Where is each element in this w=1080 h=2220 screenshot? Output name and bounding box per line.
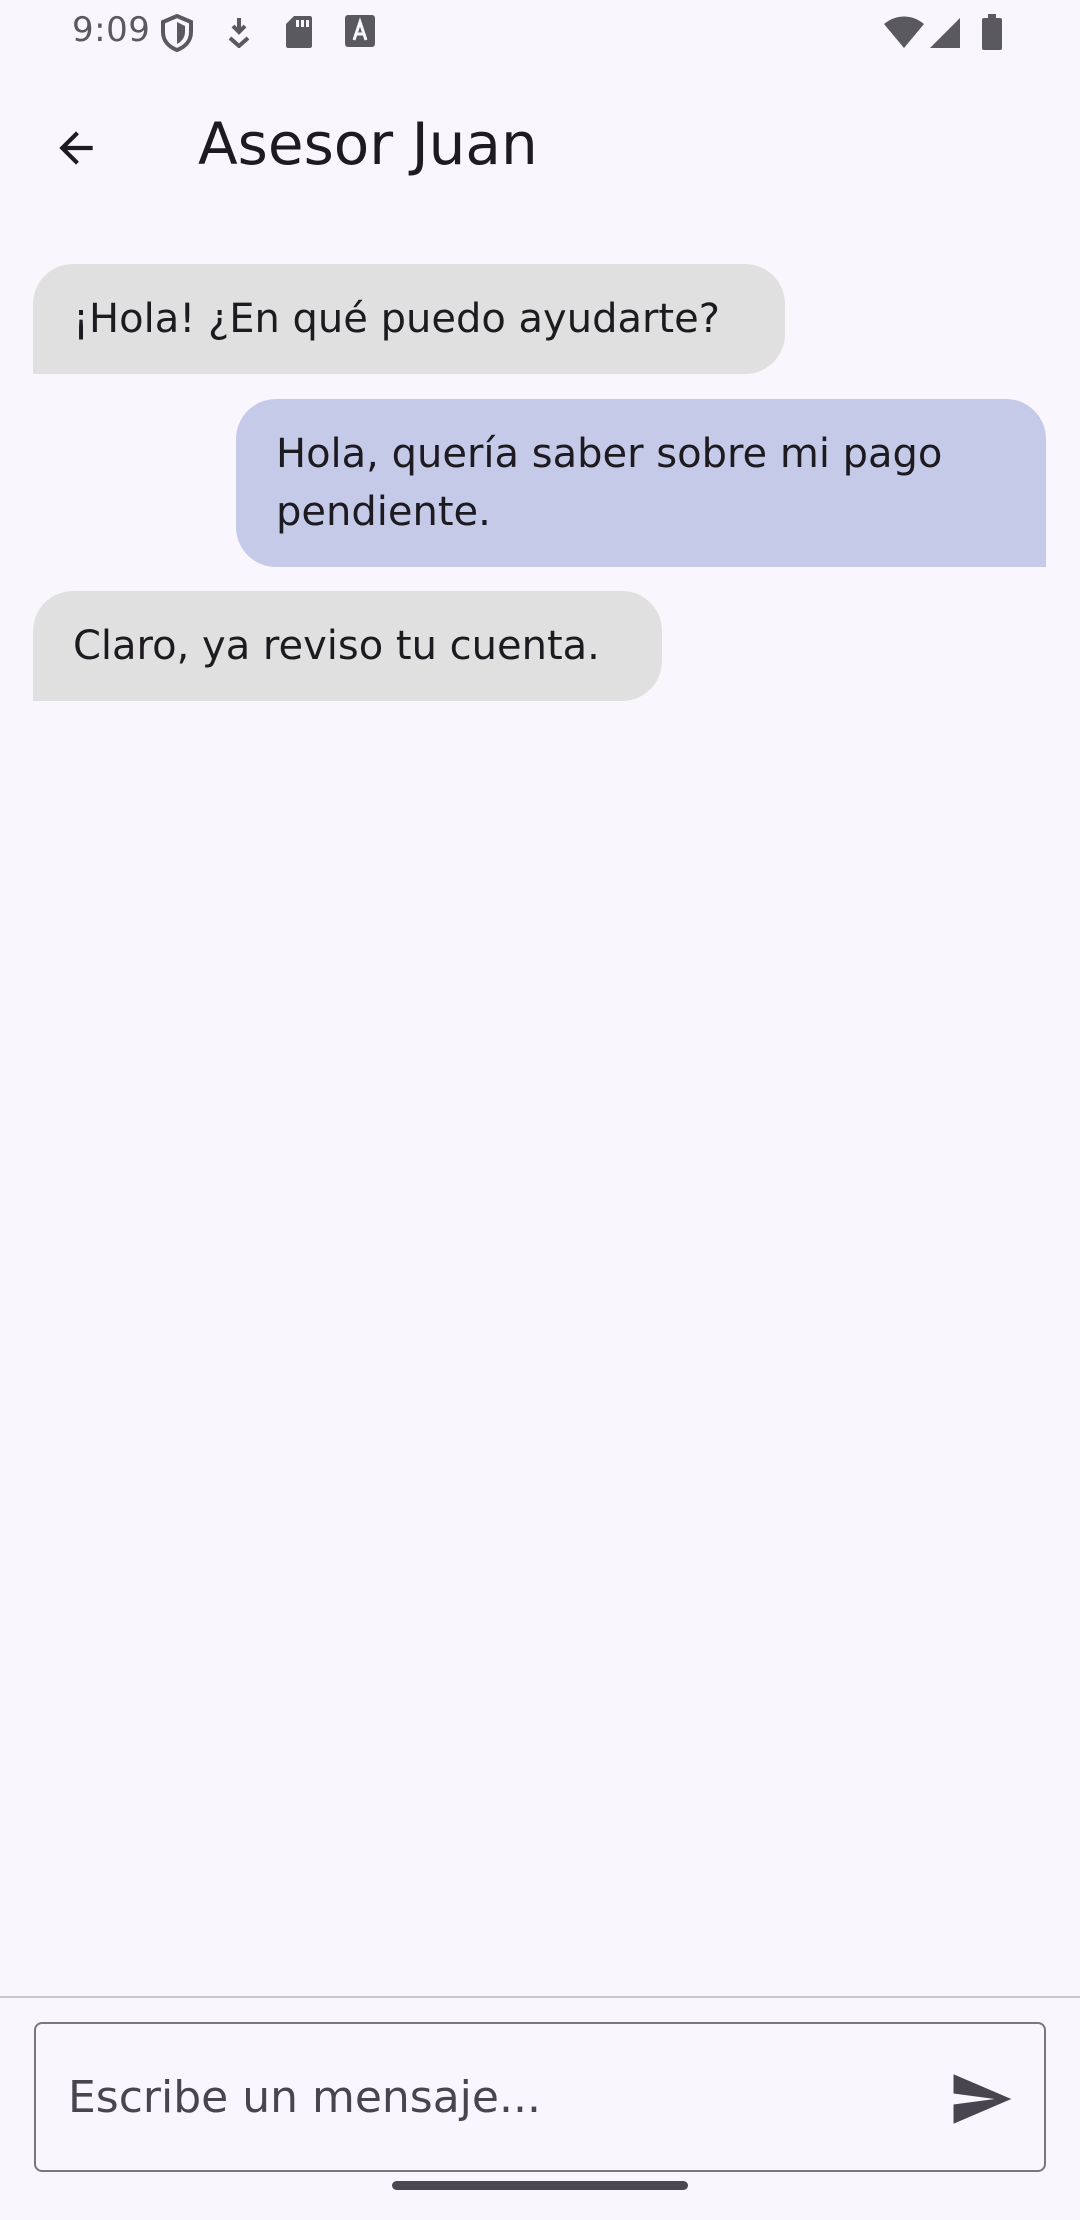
arrow-back-icon — [59, 131, 93, 165]
back-button[interactable] — [36, 108, 116, 188]
download-icon — [226, 16, 252, 52]
message-text: Claro, ya reviso tu cuenta. — [73, 623, 600, 669]
wifi-icon — [882, 16, 926, 54]
message-composer — [34, 2022, 1046, 2172]
status-bar: 9:09 — [0, 0, 1080, 64]
shield-icon — [160, 13, 194, 56]
send-button[interactable] — [946, 2064, 1016, 2134]
font-a-icon — [344, 14, 376, 52]
message-text: ¡Hola! ¿En qué puedo ayudarte? — [73, 296, 720, 342]
sd-card-icon — [284, 14, 314, 54]
message-bubble-incoming: Claro, ya reviso tu cuenta. — [33, 591, 662, 701]
signal-icon — [928, 16, 962, 54]
app-bar: Asesor Juan — [0, 64, 1080, 224]
message-input[interactable] — [66, 2024, 930, 2171]
status-time: 9:09 — [72, 10, 151, 50]
battery-icon — [980, 14, 1004, 54]
message-bubble-outgoing: Hola, quería saber sobre mi pago pendien… — [236, 399, 1046, 567]
composer-divider — [0, 1996, 1080, 1998]
message-bubble-incoming: ¡Hola! ¿En qué puedo ayudarte? — [33, 264, 785, 374]
home-indicator[interactable] — [392, 2181, 688, 2190]
page-title: Asesor Juan — [198, 110, 538, 178]
send-icon — [953, 2074, 1012, 2124]
message-text: Hola, quería saber sobre mi pago pendien… — [276, 431, 943, 535]
